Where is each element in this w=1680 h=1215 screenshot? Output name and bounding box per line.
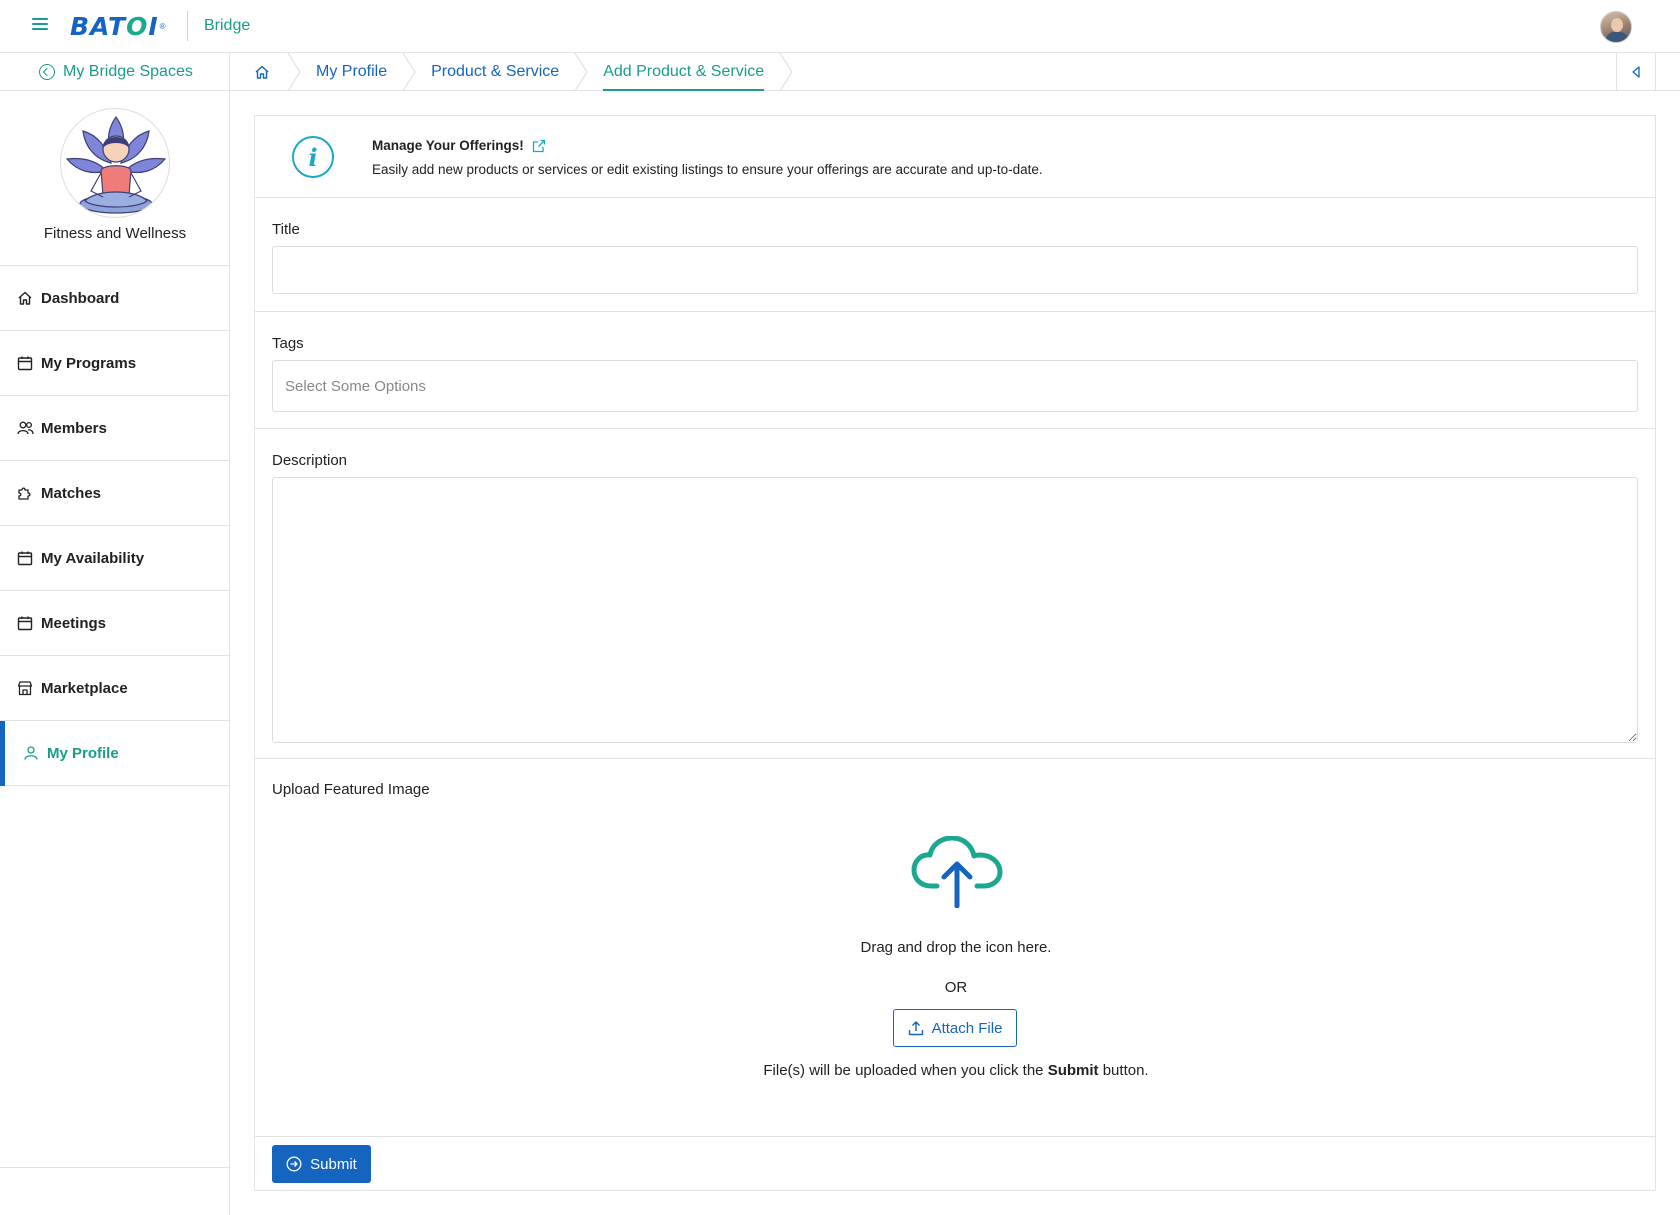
cloud-upload-icon[interactable] — [911, 836, 1003, 908]
home-icon — [255, 65, 269, 79]
tags-field-group: Tags — [255, 312, 1655, 429]
info-title-text: Manage Your Offerings! — [372, 138, 524, 153]
sidebar-item-label: Dashboard — [41, 289, 120, 307]
batoi-logo[interactable]: BATOI ® — [70, 12, 166, 41]
sidebar-item-matches[interactable]: Matches — [0, 461, 229, 526]
space-name: Fitness and Wellness — [43, 225, 187, 242]
user-icon — [22, 744, 40, 762]
calendar-icon — [16, 614, 34, 632]
title-field-group: Title — [255, 198, 1655, 312]
back-to-spaces-link[interactable]: My Bridge Spaces — [0, 53, 230, 91]
upload-note: File(s) will be uploaded when you click … — [255, 1062, 1657, 1079]
app-name: Bridge — [204, 17, 251, 34]
sidebar-item-my-programs[interactable]: My Programs — [0, 331, 229, 396]
attach-file-label: Attach File — [931, 1019, 1003, 1037]
upload-note-bold: Submit — [1047, 1062, 1099, 1079]
users-icon — [16, 419, 34, 437]
space-card: Fitness and Wellness — [0, 91, 229, 266]
attach-file-button[interactable]: Attach File — [893, 1009, 1017, 1047]
description-label: Description — [272, 452, 348, 469]
description-textarea[interactable] — [272, 477, 1638, 743]
breadcrumb-product-service[interactable]: Product & Service — [409, 53, 588, 91]
description-field-group: Description — [255, 429, 1655, 759]
sidebar-item-marketplace[interactable]: Marketplace — [0, 656, 229, 721]
sidebar-item-meetings[interactable]: Meetings — [0, 591, 229, 656]
drag-drop-text: Drag and drop the icon here. — [860, 939, 1052, 956]
tags-select[interactable] — [272, 360, 1638, 412]
upload-note-after: button. — [1098, 1062, 1149, 1079]
or-separator: OR — [944, 979, 968, 996]
sidebar-item-label: Marketplace — [41, 679, 128, 697]
upload-featured-image-label: Upload Featured Image — [272, 781, 430, 798]
info-banner: i Manage Your Offerings! Easily add new … — [255, 116, 1655, 198]
puzzle-icon — [16, 484, 34, 502]
upload-icon — [908, 1021, 923, 1036]
title-input[interactable] — [272, 246, 1638, 294]
breadcrumb-label: My Profile — [316, 63, 388, 80]
breadcrumb-label: Product & Service — [431, 63, 560, 80]
external-link-icon[interactable] — [532, 139, 546, 153]
sidebar: Fitness and Wellness Dashboard My Progra… — [0, 91, 230, 1215]
sidebar-item-dashboard[interactable]: Dashboard — [0, 266, 229, 331]
calendar-icon — [16, 549, 34, 567]
info-description: Easily add new products or services or e… — [372, 162, 1043, 177]
calendar-icon — [16, 354, 34, 372]
collapse-panel-button[interactable] — [1616, 53, 1656, 91]
sidebar-item-my-profile[interactable]: My Profile — [0, 721, 229, 786]
sidebar-item-label: My Availability — [41, 549, 145, 567]
tags-label: Tags — [272, 335, 304, 352]
back-arrow-icon — [39, 64, 55, 80]
user-avatar[interactable] — [1600, 11, 1632, 43]
upload-note-before: File(s) will be uploaded when you click … — [763, 1062, 1048, 1079]
form-footer-divider — [255, 1136, 1655, 1137]
home-icon — [16, 289, 34, 307]
logo-divider — [187, 11, 188, 41]
store-icon — [16, 679, 34, 697]
sidebar-item-label: Meetings — [41, 614, 107, 632]
breadcrumb-home[interactable] — [230, 53, 301, 91]
top-bar: BATOI ® Bridge — [0, 0, 1680, 53]
info-title: Manage Your Offerings! — [372, 138, 546, 153]
sidebar-item-label: Members — [41, 419, 107, 437]
back-to-spaces-label: My Bridge Spaces — [63, 63, 193, 80]
breadcrumb-my-profile[interactable]: My Profile — [294, 53, 416, 91]
menu-icon[interactable] — [32, 18, 48, 32]
breadcrumb-add-product-service[interactable]: Add Product & Service — [581, 53, 793, 91]
breadcrumb: My Profile Product & Service Add Product… — [230, 53, 793, 91]
breadcrumb-label: Add Product & Service — [603, 63, 765, 80]
sidebar-item-my-availability[interactable]: My Availability — [0, 526, 229, 591]
sub-nav-bar: My Bridge Spaces My Profile Product & Se… — [0, 53, 1680, 91]
sidebar-item-label: My Programs — [41, 354, 137, 372]
arrow-right-circle-icon — [286, 1156, 302, 1172]
meditation-illustration-icon — [65, 115, 167, 214]
submit-label: Submit — [310, 1155, 357, 1173]
sidebar-item-members[interactable]: Members — [0, 396, 229, 461]
sidebar-item-label: My Profile — [47, 744, 119, 762]
submit-button[interactable]: Submit — [272, 1145, 371, 1183]
sidebar-item-label: Matches — [41, 484, 102, 502]
product-service-form: i Manage Your Offerings! Easily add new … — [254, 115, 1656, 1191]
info-icon: i — [292, 136, 334, 178]
space-avatar[interactable] — [60, 108, 170, 218]
sidebar-divider — [0, 1167, 230, 1168]
title-label: Title — [272, 221, 300, 238]
caret-left-icon — [1632, 66, 1640, 78]
